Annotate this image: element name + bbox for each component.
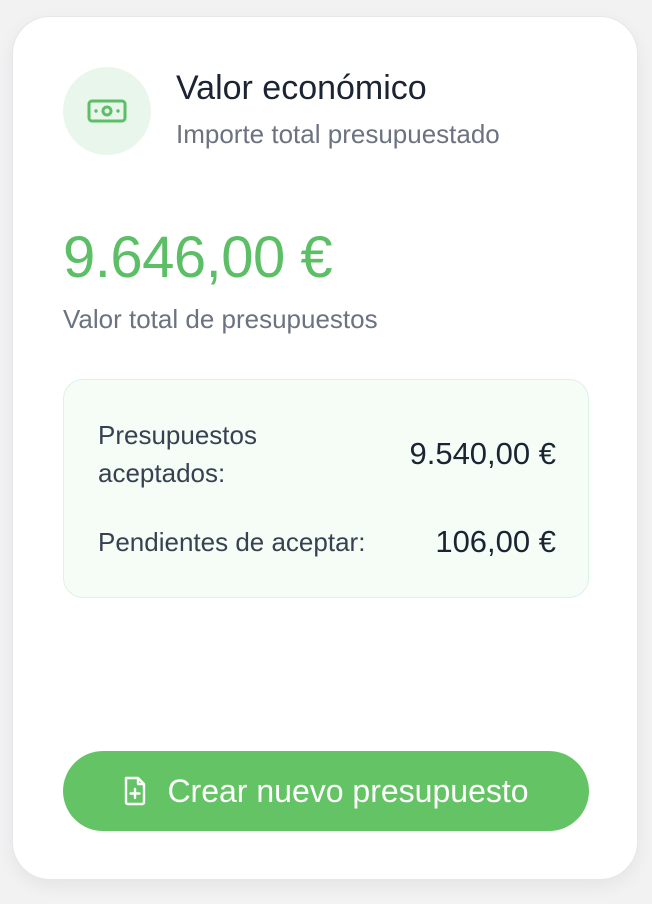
- banknote-icon: [87, 99, 127, 123]
- pending-budgets-value: 106,00 €: [435, 524, 556, 559]
- card-title: Valor económico: [176, 69, 427, 107]
- create-budget-button[interactable]: Crear nuevo presupuesto: [63, 751, 589, 831]
- total-budget-value: 9.646,00 €: [63, 225, 333, 290]
- accepted-budgets-label: Presupuestos aceptados:: [98, 420, 257, 488]
- create-budget-label: Crear nuevo presupuesto: [167, 772, 529, 809]
- budget-value-card: Valor económico Importe total presupuest…: [12, 16, 638, 880]
- budget-breakdown-panel: Presupuestos aceptados: 9.540,00 € Pendi…: [63, 379, 589, 598]
- card-subtitle: Importe total presupuestado: [176, 119, 500, 149]
- total-budget-label: Valor total de presupuestos: [63, 304, 378, 334]
- file-plus-icon: [125, 776, 146, 806]
- header-icon-circle: [63, 67, 151, 155]
- accepted-budgets-value: 9.540,00 €: [409, 436, 556, 471]
- pending-budgets-label: Pendientes de aceptar:: [98, 527, 366, 557]
